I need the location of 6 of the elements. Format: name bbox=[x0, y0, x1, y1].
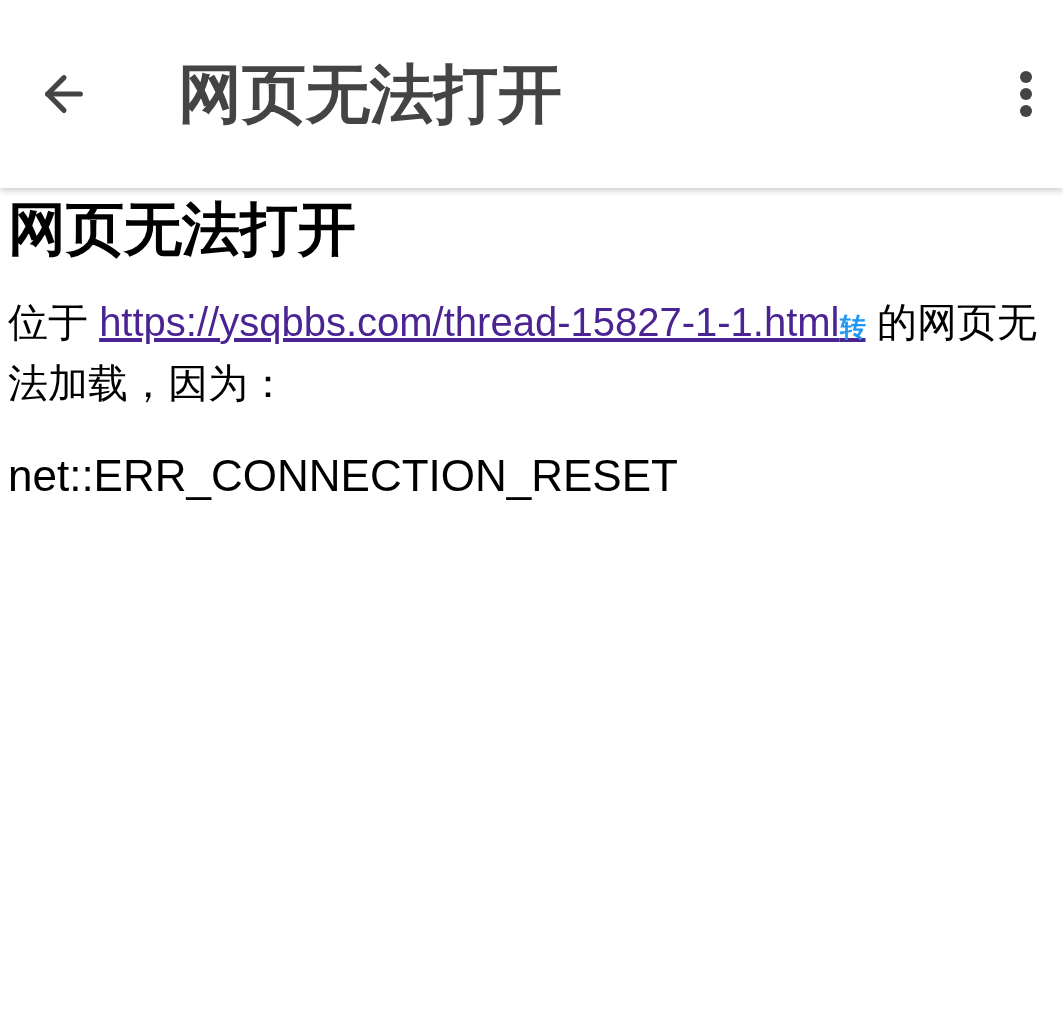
error-heading: 网页无法打开 bbox=[8, 195, 357, 263]
error-code: net::ERR_CONNECTION_RESET bbox=[8, 450, 679, 501]
more-options-icon[interactable] bbox=[1019, 70, 1033, 118]
page-link[interactable]: https://ysqbbs.com/thread-15827-1-1.html转 bbox=[99, 299, 866, 344]
page-title: 网页无法打开 bbox=[178, 56, 563, 132]
error-message: 位于 https://ysqbbs.com/thread-15827-1-1.html转 的网页无法加载，因为： bbox=[8, 298, 1038, 407]
